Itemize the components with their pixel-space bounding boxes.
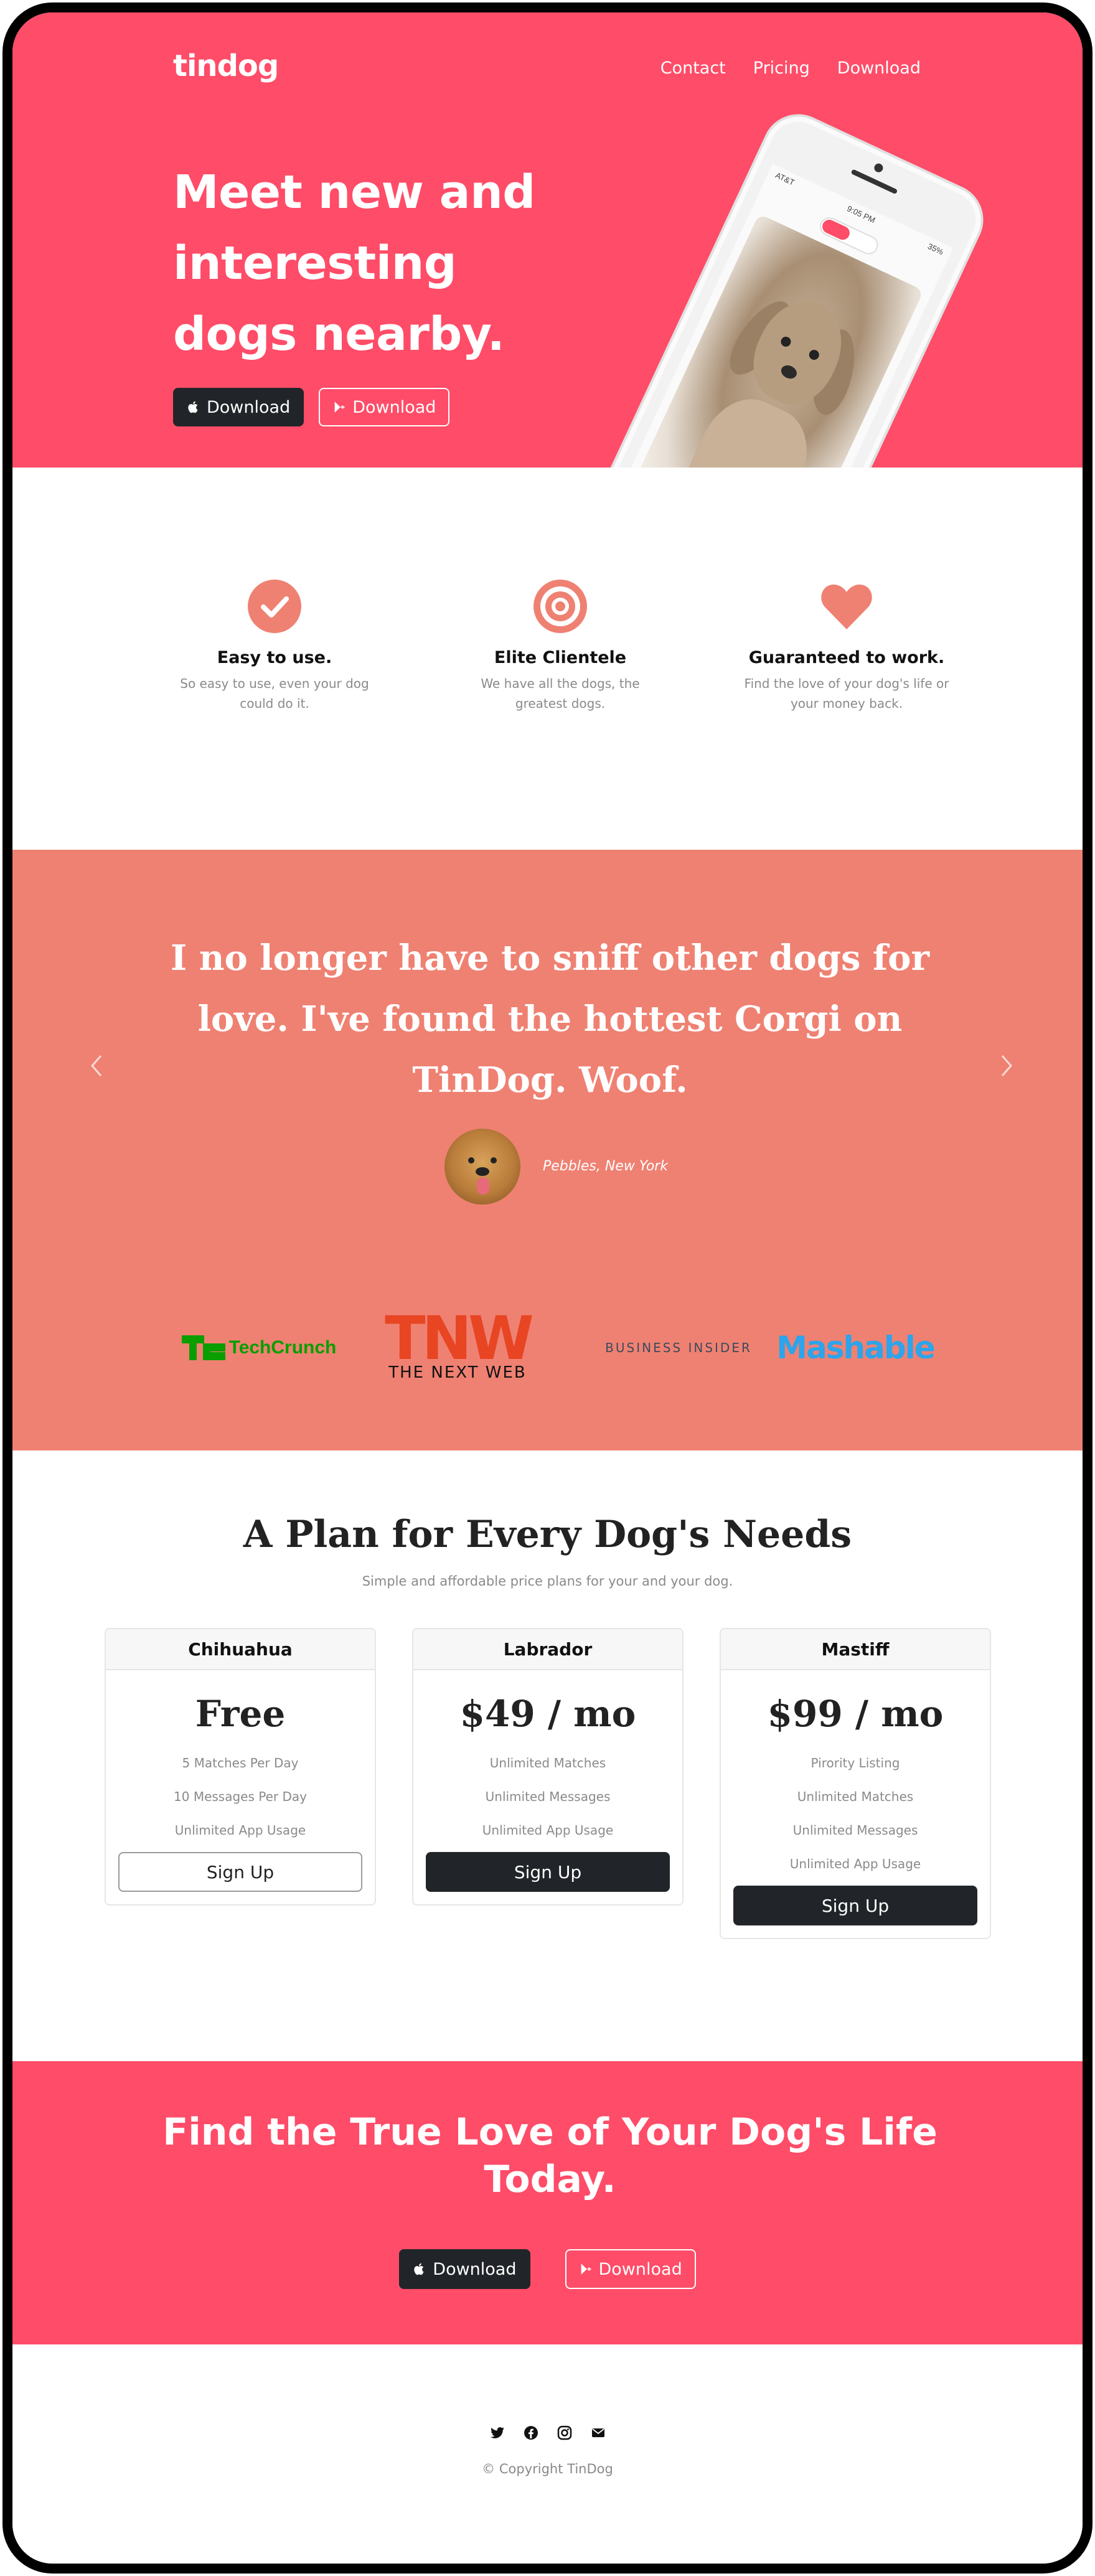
cta-download-buttons: Download Download	[12, 2249, 1083, 2289]
plan-feature: Unlimited Matches	[489, 1756, 606, 1770]
phone-carrier: AT&T	[774, 170, 796, 187]
apple-icon	[414, 2263, 424, 2275]
tnw-logo-mark: TNW	[385, 1304, 534, 1373]
facebook-icon[interactable]	[524, 2425, 538, 2440]
nav-pricing-link[interactable]: Pricing	[753, 59, 810, 78]
plan-price: $99 / mo	[767, 1693, 944, 1735]
hero-section: tindog Contact Pricing Download Meet new…	[12, 12, 1083, 468]
techcrunch-logo: TechCrunch	[172, 1310, 346, 1385]
plan-feature: Unlimited Messages	[792, 1823, 918, 1838]
apple-icon	[188, 401, 198, 413]
tnw-logo: TNW THE NEXT WEB	[367, 1304, 548, 1385]
instagram-icon[interactable]	[557, 2425, 572, 2440]
feature-elite-clientele: Elite Clientele We have all the dogs, th…	[454, 580, 666, 713]
hero-download-buttons: Download Download	[173, 388, 450, 426]
google-play-icon	[581, 2263, 591, 2275]
sign-up-button[interactable]: Sign Up	[118, 1852, 362, 1892]
twitter-icon[interactable]	[490, 2425, 505, 2440]
carousel-prev-icon[interactable]	[87, 1052, 106, 1079]
cta-section: Find the True Love of Your Dog's Life To…	[12, 2061, 1083, 2344]
pricing-card-labrador: Labrador $49 / mo Unlimited Matches Unli…	[412, 1628, 684, 1906]
bullseye-icon	[533, 580, 587, 633]
pricing-title: A Plan for Every Dog's Needs	[243, 1513, 852, 1556]
testimonial-quote: I no longer have to sniff other dogs for…	[171, 938, 929, 1101]
business-insider-logo: BUSINESS INSIDER	[605, 1340, 752, 1355]
hero-title: Meet new and interesting dogs nearby.	[173, 166, 535, 361]
feature-title: Easy to use.	[217, 648, 332, 667]
envelope-icon[interactable]	[591, 2425, 606, 2440]
plan-price: Free	[195, 1693, 286, 1735]
plan-feature: Unlimited App Usage	[789, 1856, 921, 1871]
feature-text: So easy to use, even your dog could do i…	[180, 676, 369, 711]
copyright-text: © Copyright TinDog	[482, 2461, 613, 2476]
plan-features: Pirority Listing Unlimited Matches Unlim…	[721, 1746, 990, 1881]
features-section: Easy to use. So easy to use, even your d…	[12, 468, 1083, 850]
feature-easy-to-use: Easy to use. So easy to use, even your d…	[169, 580, 380, 713]
plan-feature: Unlimited Matches	[797, 1789, 914, 1804]
iphone-mockup-image: AT&T 9:05 PM 35%	[586, 102, 995, 468]
apple-download-button[interactable]: Download	[173, 388, 304, 426]
google-play-download-button[interactable]: Download	[319, 388, 450, 426]
plan-feature: Pirority Listing	[811, 1756, 900, 1770]
apple-download-label: Download	[433, 2259, 517, 2279]
pricing-section: A Plan for Every Dog's Needs Simple and …	[12, 1450, 1083, 2061]
phone-battery: 35%	[926, 241, 945, 257]
techcrunch-text: TechCrunch	[228, 1337, 337, 1358]
pricing-card-chihuahua: Chihuahua Free 5 Matches Per Day 10 Mess…	[105, 1628, 376, 1906]
feature-text: Find the love of your dog's life or your…	[744, 676, 949, 711]
feature-title: Guaranteed to work.	[748, 648, 945, 667]
apple-download-label: Download	[207, 397, 291, 417]
techcrunch-mark-icon	[181, 1335, 225, 1360]
plan-name: Chihuahua	[106, 1629, 375, 1670]
google-play-download-label: Download	[352, 397, 436, 417]
plan-feature: 5 Matches Per Day	[182, 1756, 299, 1770]
sign-up-button[interactable]: Sign Up	[426, 1852, 670, 1892]
sign-up-button[interactable]: Sign Up	[733, 1886, 977, 1925]
check-circle-icon	[248, 580, 301, 633]
google-play-download-button[interactable]: Download	[565, 2249, 696, 2289]
footer: © Copyright TinDog	[12, 2344, 1083, 2564]
mashable-logo: Mashable	[776, 1330, 935, 1366]
feature-text: We have all the dogs, the greatest dogs.	[481, 676, 640, 711]
plan-feature: 10 Messages Per Day	[174, 1789, 307, 1804]
plan-feature: Unlimited Messages	[485, 1789, 611, 1804]
tnw-logo-text: THE NEXT WEB	[388, 1363, 527, 1382]
feature-title: Elite Clientele	[494, 648, 627, 667]
pricing-card-mastiff: Mastiff $99 / mo Pirority Listing Unlimi…	[720, 1628, 991, 1939]
top-nav: Contact Pricing Download	[660, 59, 921, 78]
cta-title: Find the True Love of Your Dog's Life To…	[162, 2110, 938, 2201]
plan-feature: Unlimited App Usage	[482, 1823, 614, 1838]
testimonial-section: I no longer have to sniff other dogs for…	[12, 850, 1083, 1450]
google-play-download-label: Download	[598, 2259, 682, 2279]
testimonial-author: Pebbles, New York	[543, 1159, 669, 1174]
nav-contact-link[interactable]: Contact	[660, 59, 726, 78]
plan-features: Unlimited Matches Unlimited Messages Unl…	[413, 1746, 682, 1847]
testimonial-avatar	[444, 1129, 520, 1205]
plan-features: 5 Matches Per Day 10 Messages Per Day Un…	[106, 1746, 375, 1847]
plan-feature: Unlimited App Usage	[174, 1823, 306, 1838]
nav-download-link[interactable]: Download	[837, 59, 921, 78]
feature-guaranteed: Guaranteed to work. Find the love of you…	[741, 580, 952, 713]
google-play-icon	[334, 402, 345, 413]
plan-name: Labrador	[413, 1629, 682, 1670]
pricing-subtitle: Simple and affordable price plans for yo…	[362, 1574, 733, 1589]
social-links	[12, 2425, 1083, 2440]
apple-download-button[interactable]: Download	[399, 2249, 530, 2289]
brand-logo[interactable]: tindog	[173, 49, 279, 83]
carousel-next-icon[interactable]	[997, 1052, 1016, 1079]
plan-price: $49 / mo	[459, 1693, 636, 1735]
plan-name: Mastiff	[721, 1629, 990, 1670]
heart-icon	[821, 585, 872, 629]
device-frame: tindog Contact Pricing Download Meet new…	[2, 2, 1093, 2574]
